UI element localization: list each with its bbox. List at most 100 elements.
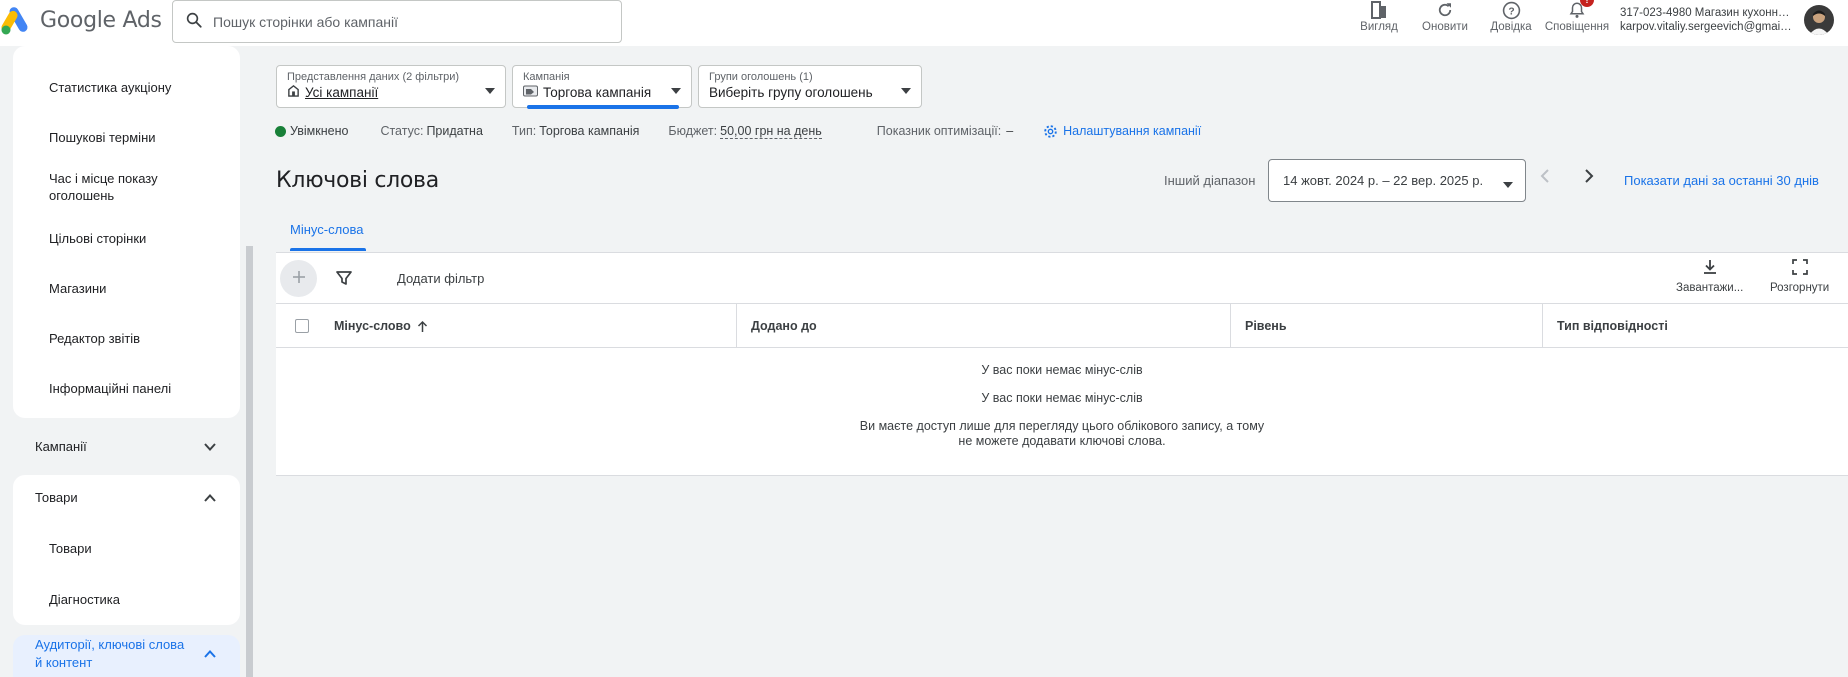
add-button[interactable]	[280, 260, 317, 297]
add-filter-button[interactable]: Додати фільтр	[397, 271, 484, 286]
sidebar-item-landing-pages[interactable]: Цільові сторінки	[49, 230, 224, 247]
campaign-value: Торгова кампанія	[543, 85, 652, 100]
budget-key: Бюджет:	[668, 124, 718, 138]
google-ads-logo-icon	[0, 4, 32, 36]
chevron-right-icon[interactable]	[1580, 168, 1596, 187]
campaign-filter[interactable]: Кампанія Торгова кампанія	[512, 65, 692, 109]
refresh-icon	[1436, 0, 1454, 20]
google-ads-logo[interactable]: Google Ads	[0, 4, 162, 36]
table-toolbar: Додати фільтр Завантажи... Розгорнути	[276, 253, 1848, 304]
dropdown-arrow-icon	[485, 82, 495, 97]
data-view-value: Усі кампанії	[305, 85, 379, 100]
chevron-up-icon[interactable]	[203, 491, 217, 508]
download-label: Завантажи...	[1676, 282, 1744, 294]
sort-arrow-up-icon	[417, 320, 428, 332]
optimization-score-value: –	[1006, 124, 1014, 138]
ad-groups-value: Виберіть групу оголошень	[709, 85, 873, 100]
account-email: karpov.vitaliy.sergeevich@gmail.com	[1620, 21, 1792, 33]
column-level[interactable]: Рівень	[1245, 304, 1287, 348]
notifications-button[interactable]: ! Сповіщення	[1544, 0, 1610, 33]
empty-state-message: У вас поки немає мінус-слів	[981, 363, 1143, 377]
column-divider	[1230, 304, 1231, 348]
filter-icon[interactable]	[336, 270, 352, 289]
read-only-access-message-line2: не можете додавати ключові слова.	[958, 434, 1166, 448]
campaign-settings-link[interactable]: Налаштування кампанії	[1063, 124, 1201, 138]
ad-groups-filter[interactable]: Групи оголошень (1) Виберіть групу оголо…	[698, 65, 922, 108]
table-header: Мінус-слово Додано до Рівень Тип відпові…	[276, 304, 1848, 348]
sidebar-item-diagnostics[interactable]: Діагностика	[49, 591, 224, 608]
sidebar-item-auction-insights[interactable]: Статистика аукціону	[49, 79, 224, 96]
search-placeholder: Пошук сторінки або кампанії	[213, 13, 399, 30]
column-negative-keyword[interactable]: Мінус-слово	[334, 304, 428, 348]
range-label: Інший діапазон	[1164, 173, 1256, 188]
plus-icon	[291, 269, 307, 288]
date-range-picker[interactable]: 14 жовт. 2024 р. – 22 вер. 2025 р.	[1268, 159, 1526, 202]
enabled-status-dot	[275, 125, 286, 137]
expand-label: Розгорнути	[1770, 282, 1830, 294]
enabled-status[interactable]: Увімкнено	[290, 124, 348, 138]
svg-text:?: ?	[1508, 6, 1514, 17]
dropdown-arrow-icon	[671, 82, 681, 97]
campaign-value-row: Торгова кампанія	[523, 84, 681, 102]
avatar[interactable]	[1804, 5, 1834, 35]
shopping-tag-icon	[523, 84, 538, 102]
expand-button[interactable]: Розгорнути	[1770, 259, 1829, 294]
chevron-up-icon[interactable]	[203, 647, 217, 664]
sidebar-section-products[interactable]: Товари	[35, 490, 78, 505]
column-negative-keyword-label: Мінус-слово	[334, 319, 411, 333]
select-all-checkbox[interactable]	[295, 319, 309, 333]
sidebar-audiences-card: Аудиторії, ключові слова й контент	[13, 635, 240, 677]
campaign-label: Кампанія	[523, 71, 570, 83]
sidebar-reports-card: Статистика аукціону Пошукові терміни Час…	[13, 46, 240, 418]
campaign-selected-indicator	[527, 105, 679, 109]
sidebar-item-search-terms[interactable]: Пошукові терміни	[49, 129, 224, 146]
date-range-value: 14 жовт. 2024 р. – 22 вер. 2025 р.	[1283, 173, 1484, 188]
help-button[interactable]: ? Довідка	[1478, 0, 1544, 33]
type-value: Торгова кампанія	[539, 124, 640, 138]
help-label: Довідка	[1490, 21, 1532, 33]
sidebar-scrollbar[interactable]	[246, 246, 253, 677]
sidebar-item-stores[interactable]: Магазини	[49, 280, 224, 297]
sidebar-section-campaigns[interactable]: Кампанії	[35, 439, 87, 454]
download-button[interactable]: Завантажи...	[1676, 259, 1743, 294]
refresh-button[interactable]: Оновити	[1412, 0, 1478, 33]
sidebar-section-audiences-keywords-content[interactable]: Аудиторії, ключові слова й контент	[35, 636, 195, 672]
search-input[interactable]: Пошук сторінки або кампанії	[172, 0, 622, 43]
column-divider	[1542, 304, 1543, 348]
chevron-left-icon[interactable]	[1538, 168, 1554, 187]
account-info[interactable]: 317-023-4980 Магазин кухонного посуду ka…	[1620, 6, 1792, 34]
status-key: Статус:	[380, 124, 424, 138]
column-match-type[interactable]: Тип відповідності	[1557, 304, 1668, 348]
dropdown-arrow-icon	[901, 82, 911, 97]
data-view-label: Представлення даних (2 фільтри)	[287, 71, 460, 83]
main-content: Представлення даних (2 фільтри) Усі камп…	[253, 46, 1848, 677]
sidebar: Статистика аукціону Пошукові терміни Час…	[0, 46, 253, 677]
campaign-status-row: Увімкнено Статус: Придатна Тип: Торгова …	[275, 121, 1201, 141]
page-title: Ключові слова	[276, 168, 439, 193]
brand-name: Google Ads	[40, 7, 162, 33]
tab-negative-keywords[interactable]: Мінус-слова	[290, 222, 364, 237]
budget-value[interactable]: 50,00 грн на день	[720, 124, 822, 139]
header-actions: Вигляд Оновити ? Довідка ! Сповіщення 31…	[1346, 0, 1848, 40]
fullscreen-icon	[1791, 259, 1808, 278]
appearance-label: Вигляд	[1360, 21, 1398, 33]
chevron-down-icon[interactable]	[203, 440, 217, 457]
read-only-access-message-line1: Ви маєте доступ лише для перегляду цього…	[859, 419, 1265, 433]
sidebar-item-report-editor[interactable]: Редактор звітів	[49, 330, 224, 347]
ad-groups-label: Групи оголошень (1)	[709, 71, 813, 83]
gear-icon[interactable]	[1043, 124, 1058, 139]
sidebar-item-dashboards[interactable]: Інформаційні панелі	[49, 380, 224, 397]
show-last-30-days-link[interactable]: Показати дані за останні 30 днів	[1624, 173, 1819, 188]
data-view-value-row: Усі кампанії	[287, 84, 495, 102]
column-added-to[interactable]: Додано до	[751, 304, 817, 348]
column-divider	[736, 304, 737, 348]
sidebar-item-products[interactable]: Товари	[49, 540, 224, 557]
optimization-score-key: Показник оптимізації:	[876, 124, 1002, 138]
appearance-icon	[1369, 0, 1389, 20]
appearance-button[interactable]: Вигляд	[1346, 0, 1412, 33]
help-icon: ?	[1502, 0, 1521, 20]
dropdown-arrow-icon	[1503, 176, 1513, 191]
sidebar-item-when-where-ads-showed[interactable]: Час і місце показу оголошень	[49, 170, 199, 204]
sidebar-products-card: Товари Товари Діагностика	[13, 475, 240, 625]
data-view-filter[interactable]: Представлення даних (2 фільтри) Усі камп…	[276, 65, 506, 108]
